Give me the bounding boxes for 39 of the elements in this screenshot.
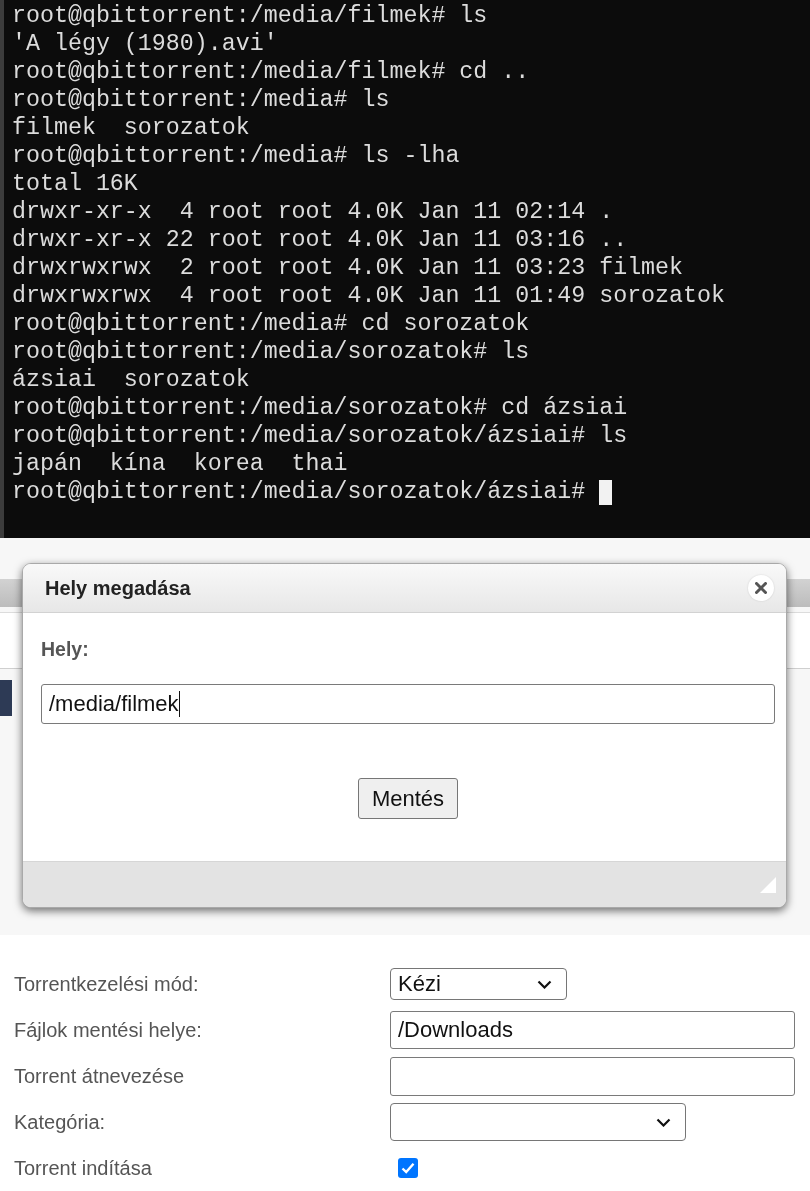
field-label: Kategória: <box>14 1110 106 1134</box>
save-button[interactable]: Mentés <box>357 778 459 819</box>
text-input-field[interactable] <box>390 1056 795 1096</box>
field-label: Torrentkezelési mód: <box>14 972 199 996</box>
chevron-down-icon <box>656 1117 671 1127</box>
dropdown-select[interactable] <box>390 1103 686 1141</box>
location-input-field[interactable]: /media/filmek <box>41 684 775 724</box>
terminal-line: drwxr-xr-x 4 root root 4.0K Jan 11 02:14 . <box>12 198 614 226</box>
field-label: Hely: <box>41 637 89 661</box>
checkbox[interactable] <box>398 1158 418 1178</box>
terminal-line: total 16K <box>12 170 138 198</box>
terminal-line: root@qbittorrent:/media/sorozatok/ázsiai# <box>12 478 586 506</box>
terminal-line: japán kína korea thai <box>12 450 348 478</box>
terminal-line: root@qbittorrent:/media/sorozatok# cd ázsiai <box>12 394 628 422</box>
field-label: Fájlok mentési helye: <box>14 1018 202 1042</box>
sidebar-edge <box>0 680 12 716</box>
resize-grip-icon[interactable] <box>760 877 776 893</box>
field-label: Torrent átnevezése <box>14 1064 185 1088</box>
terminal-line: root@qbittorrent:/media# cd sorozatok <box>12 310 530 338</box>
close-icon <box>755 582 767 594</box>
terminal-line: 'A légy (1980).avi' <box>12 30 278 58</box>
field-label: Torrent indítása <box>14 1156 152 1180</box>
terminal-line: root@qbittorrent:/media# ls <box>12 86 390 114</box>
text-input-field[interactable]: /Downloads <box>390 1011 795 1049</box>
dropdown-select[interactable]: Kézi <box>390 968 567 1000</box>
terminal-line: root@qbittorrent:/media/filmek# ls <box>12 2 488 30</box>
terminal-line: root@qbittorrent:/media/sorozatok/ázsiai# ls <box>12 422 628 450</box>
terminal-line: drwxr-xr-x 22 root root 4.0K Jan 11 03:16 .. <box>12 226 628 254</box>
terminal-line: filmek sorozatok <box>12 114 250 142</box>
close-button[interactable] <box>748 575 774 601</box>
terminal-line: drwxrwxrwx 4 root root 4.0K Jan 11 01:49 sorozatok <box>12 282 725 310</box>
terminal-line: root@qbittorrent:/media# ls -lha <box>12 142 460 170</box>
terminal-line: root@qbittorrent:/media/sorozatok# ls <box>12 338 530 366</box>
chevron-down-icon <box>537 979 552 989</box>
checkmark-icon <box>401 1162 415 1174</box>
terminal-line: root@qbittorrent:/media/filmek# cd .. <box>12 58 530 86</box>
terminal-line: drwxrwxrwx 2 root root 4.0K Jan 11 03:23 filmek <box>12 254 684 282</box>
dialog-title: Hely megadása <box>45 576 191 600</box>
terminal-line: ázsiai sorozatok <box>12 366 250 394</box>
